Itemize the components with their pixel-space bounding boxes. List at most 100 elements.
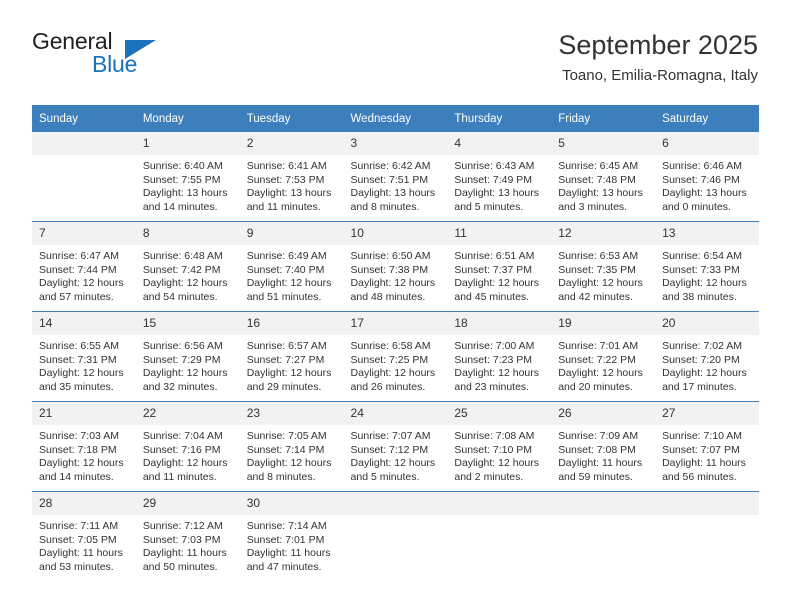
day-detail-line: Sunset: 7:23 PM — [454, 353, 533, 366]
day-detail-line: and 17 minutes. — [662, 380, 737, 393]
logo-text-blue: Blue — [92, 51, 138, 77]
calendar-day-cell[interactable]: 3 Sunrise: 6:42 AM Sunset: 7:51 PM Daylight… — [343, 132, 448, 222]
day-detail-line: and 56 minutes. — [662, 470, 737, 483]
day-number: 4 — [447, 132, 552, 155]
calendar-day-cell[interactable]: 10 Sunrise: 6:50 AM Sunset: 7:38 PM Dayligh… — [343, 221, 448, 312]
day-details: Sunrise: 6:57 AM Sunset: 7:27 PM Daylight:… — [240, 335, 344, 394]
day-detail-line: Daylight: 11 hours — [662, 457, 746, 470]
day-detail-line: Sunrise: 7:03 AM — [39, 430, 119, 442]
calendar-day-cell[interactable]: 28 Sunrise: 7:11 AM Sunset: 7:05 PM Dayligh… — [32, 491, 136, 581]
calendar-day-cell[interactable]: 13 Sunrise: 6:54 AM Sunset: 7:33 PM Dayligh… — [655, 221, 759, 312]
day-detail-line: Sunrise: 6:45 AM — [558, 160, 639, 172]
day-detail-line: and 38 minutes. — [662, 290, 737, 303]
calendar-day-cell[interactable]: 23 Sunrise: 7:05 AM Sunset: 7:14 PM Dayligh… — [239, 401, 344, 492]
calendar-day-cell[interactable]: 16 Sunrise: 6:57 AM Sunset: 7:27 PM Dayligh… — [239, 311, 344, 402]
calendar-day-cell[interactable]: 6 Sunrise: 6:46 AM Sunset: 7:46 PM Daylight… — [655, 132, 759, 222]
day-detail-line: Sunset: 7:51 PM — [350, 173, 429, 186]
calendar-day-cell[interactable]: 26 Sunrise: 7:09 AM Sunset: 7:08 PM Dayligh… — [551, 401, 656, 492]
day-details: Sunrise: 7:00 AM Sunset: 7:23 PM Daylight:… — [447, 335, 551, 394]
day-details: Sunrise: 7:02 AM Sunset: 7:20 PM Daylight:… — [655, 335, 759, 394]
day-detail-line: Sunrise: 6:49 AM — [246, 250, 327, 262]
calendar-day-cell[interactable]: 15 Sunrise: 6:56 AM Sunset: 7:29 PM Dayligh… — [135, 311, 240, 402]
day-detail-line: Sunrise: 7:05 AM — [246, 430, 327, 442]
day-details: Sunrise: 6:56 AM Sunset: 7:29 PM Daylight:… — [136, 335, 240, 394]
day-detail-line: Daylight: 13 hours — [350, 187, 436, 200]
calendar-day-cell[interactable]: 12 Sunrise: 6:53 AM Sunset: 7:35 PM Dayligh… — [551, 221, 656, 312]
weekday-header-friday: Friday — [551, 105, 656, 132]
day-detail-line: Daylight: 13 hours — [454, 187, 540, 200]
calendar-day-cell[interactable]: 22 Sunrise: 7:04 AM Sunset: 7:16 PM Dayligh… — [135, 401, 240, 492]
day-detail-line: and 29 minutes. — [246, 380, 322, 393]
day-detail-line: Sunrise: 7:04 AM — [142, 430, 223, 442]
calendar-day-cell[interactable]: 14 Sunrise: 6:55 AM Sunset: 7:31 PM Dayligh… — [32, 311, 136, 402]
day-number: 27 — [655, 402, 759, 425]
calendar-week-row: 14 Sunrise: 6:55 AM Sunset: 7:31 PM Dayligh… — [32, 311, 759, 402]
day-number: 28 — [32, 492, 136, 515]
day-detail-line: and 8 minutes. — [246, 470, 316, 483]
day-number: 19 — [551, 312, 656, 335]
calendar-day-cell[interactable]: 29 Sunrise: 7:12 AM Sunset: 7:03 PM Dayligh… — [135, 491, 240, 581]
calendar-day-cell[interactable]: 4 Sunrise: 6:43 AM Sunset: 7:49 PM Daylight… — [447, 132, 552, 222]
day-detail-line: Daylight: 12 hours — [558, 277, 643, 290]
day-number: 6 — [655, 132, 759, 155]
day-detail-line: Sunrise: 7:00 AM — [454, 340, 535, 352]
day-detail-line: Sunset: 7:20 PM — [662, 353, 740, 366]
calendar-day-cell[interactable]: 24 Sunrise: 7:07 AM Sunset: 7:12 PM Dayligh… — [343, 401, 448, 492]
day-number — [343, 492, 448, 515]
page-title: September 2025 — [558, 30, 758, 60]
day-detail-line: Daylight: 12 hours — [454, 457, 540, 470]
day-detail-line: Sunset: 7:48 PM — [558, 173, 636, 186]
day-number: 30 — [239, 492, 344, 515]
day-detail-line: Sunrise: 6:42 AM — [350, 160, 431, 172]
calendar-day-cell[interactable]: 30 Sunrise: 7:14 AM Sunset: 7:01 PM Dayligh… — [239, 491, 344, 581]
calendar-day-cell[interactable]: 2 Sunrise: 6:41 AM Sunset: 7:53 PM Daylight… — [239, 132, 344, 222]
calendar-day-cell[interactable]: 19 Sunrise: 7:01 AM Sunset: 7:22 PM Dayligh… — [551, 311, 656, 402]
day-detail-line: Sunrise: 6:51 AM — [454, 250, 535, 262]
day-detail-line: Sunrise: 6:47 AM — [39, 250, 119, 262]
day-details: Sunrise: 6:54 AM Sunset: 7:33 PM Daylight:… — [655, 245, 759, 304]
day-detail-line: Sunrise: 6:54 AM — [662, 250, 743, 262]
day-detail-line: Sunrise: 7:07 AM — [350, 430, 431, 442]
calendar-day-cell[interactable]: 27 Sunrise: 7:10 AM Sunset: 7:07 PM Dayligh… — [655, 401, 759, 492]
calendar-page: General Blue September 2025 Toano, Emili… — [0, 0, 792, 612]
calendar-day-cell[interactable]: 25 Sunrise: 7:08 AM Sunset: 7:10 PM Dayligh… — [447, 401, 552, 492]
calendar-day-cell[interactable]: 1 Sunrise: 6:40 AM Sunset: 7:55 PM Daylight… — [135, 132, 240, 222]
day-details: Sunrise: 7:10 AM Sunset: 7:07 PM Daylight:… — [655, 425, 759, 484]
day-detail-line: Sunrise: 6:55 AM — [39, 340, 119, 352]
day-number: 18 — [447, 312, 552, 335]
page-header: General Blue September 2025 Toano, Emili… — [32, 28, 758, 94]
day-detail-line: Sunrise: 7:01 AM — [558, 340, 639, 352]
day-details: Sunrise: 6:48 AM Sunset: 7:42 PM Daylight:… — [136, 245, 240, 304]
weekday-header-tuesday: Tuesday — [239, 105, 344, 132]
calendar-day-cell[interactable]: 9 Sunrise: 6:49 AM Sunset: 7:40 PM Daylight… — [239, 221, 344, 312]
weekday-header-sunday: Sunday — [32, 105, 136, 132]
weekday-header-saturday: Saturday — [655, 105, 759, 132]
day-detail-line: Sunrise: 7:12 AM — [142, 520, 223, 532]
day-detail-line: Sunset: 7:46 PM — [662, 173, 740, 186]
day-number: 12 — [551, 222, 656, 245]
day-detail-line: and 32 minutes. — [142, 380, 218, 393]
day-detail-line: Sunrise: 7:11 AM — [39, 520, 119, 532]
calendar-week-row: 7 Sunrise: 6:47 AM Sunset: 7:44 PM Daylight… — [32, 221, 759, 312]
calendar-day-cell-empty — [551, 491, 656, 581]
day-detail-line: Sunset: 7:29 PM — [142, 353, 221, 366]
calendar-day-cell[interactable]: 17 Sunrise: 6:58 AM Sunset: 7:25 PM Dayligh… — [343, 311, 448, 402]
day-details: Sunrise: 7:05 AM Sunset: 7:14 PM Daylight:… — [240, 425, 344, 484]
calendar-day-cell[interactable]: 5 Sunrise: 6:45 AM Sunset: 7:48 PM Daylight… — [551, 132, 656, 222]
day-detail-line: and 53 minutes. — [39, 560, 114, 573]
day-details: Sunrise: 7:04 AM Sunset: 7:16 PM Daylight:… — [136, 425, 240, 484]
day-number: 22 — [135, 402, 240, 425]
calendar-day-cell[interactable]: 8 Sunrise: 6:48 AM Sunset: 7:42 PM Daylight… — [135, 221, 240, 312]
calendar-day-cell[interactable]: 21 Sunrise: 7:03 AM Sunset: 7:18 PM Dayligh… — [32, 401, 136, 492]
day-detail-line: and 8 minutes. — [350, 200, 420, 213]
day-detail-line: and 48 minutes. — [350, 290, 426, 303]
day-detail-line: Daylight: 13 hours — [662, 187, 747, 200]
day-detail-line: and 59 minutes. — [558, 470, 633, 483]
day-detail-line: Daylight: 12 hours — [39, 277, 124, 290]
calendar-day-cell[interactable]: 7 Sunrise: 6:47 AM Sunset: 7:44 PM Daylight… — [32, 221, 136, 312]
calendar-day-cell[interactable]: 11 Sunrise: 6:51 AM Sunset: 7:37 PM Dayligh… — [447, 221, 552, 312]
day-detail-line: Sunset: 7:35 PM — [558, 263, 636, 276]
calendar-day-cell[interactable]: 18 Sunrise: 7:00 AM Sunset: 7:23 PM Dayligh… — [447, 311, 552, 402]
calendar-day-cell[interactable]: 20 Sunrise: 7:02 AM Sunset: 7:20 PM Dayligh… — [655, 311, 759, 402]
day-detail-line: Daylight: 11 hours — [142, 547, 227, 560]
